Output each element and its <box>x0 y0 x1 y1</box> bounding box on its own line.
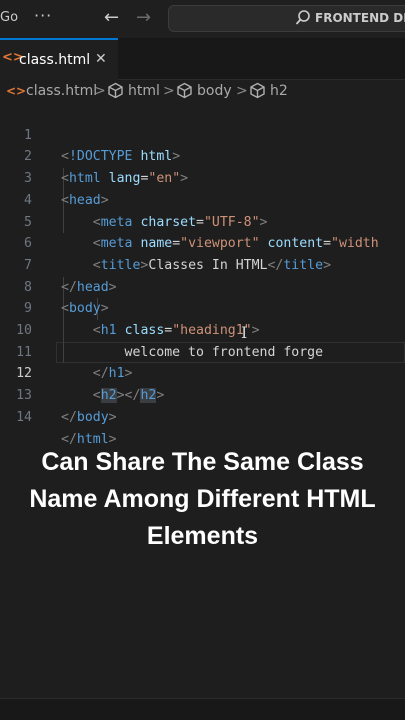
search-text: FRONTEND DE <box>315 11 405 25</box>
code-line: 1 <!DOCTYPE html> <box>0 103 405 165</box>
html-file-icon: <> <box>6 84 27 98</box>
breadcrumb-separator: > <box>94 83 106 99</box>
video-caption: Can Share The Same Class Name Among Diff… <box>0 444 405 555</box>
breadcrumb: <> class.html > html > body > h2 <box>0 80 405 104</box>
breadcrumb-item-body[interactable]: body <box>197 83 232 99</box>
code-line: 9 <h1 class="heading1"> <box>0 277 405 338</box>
caption-line: Elements <box>146 522 259 550</box>
breadcrumb-file[interactable]: class.html <box>26 83 97 99</box>
code-line-active: 12 <h2></h2> <box>0 342 405 404</box>
element-cube-icon <box>176 82 193 103</box>
code-line: 11 </h1> <box>0 320 405 382</box>
code-text: </body> <box>61 409 117 425</box>
code-editor[interactable]: 1 <!DOCTYPE html> 2 <html lang="en"> 3 <… <box>0 103 405 447</box>
code-line: 8 <body> <box>0 255 405 317</box>
search-icon <box>295 9 311 31</box>
title-bar: Go ··· ← → FRONTEND DE <box>0 0 405 38</box>
status-bar <box>0 698 405 720</box>
code-line: 5 <meta name="viewport" content="width <box>0 190 405 252</box>
tab-label: class.html <box>19 52 91 68</box>
command-search-box[interactable]: FRONTEND DE <box>168 5 405 32</box>
close-icon[interactable]: ✕ <box>95 51 107 67</box>
code-line: 4 <meta charset="UTF-8"> <box>0 168 405 230</box>
breadcrumb-item-h2[interactable]: h2 <box>270 83 288 99</box>
element-cube-icon <box>249 82 266 103</box>
code-line: 13 </body> <box>0 363 405 425</box>
caption-line: Name Among Different HTML <box>29 485 376 513</box>
code-line: 2 <html lang="en"> <box>0 125 405 186</box>
more-icon[interactable]: ··· <box>34 6 52 25</box>
breadcrumb-separator: > <box>236 83 248 99</box>
menu-go[interactable]: Go <box>0 10 18 25</box>
element-cube-icon <box>107 82 124 103</box>
code-line: 7 </head> <box>0 233 405 295</box>
breadcrumb-separator: > <box>163 83 175 99</box>
line-number: 14 <box>16 409 32 425</box>
breadcrumb-item-html[interactable]: html <box>128 83 160 99</box>
forward-arrow-icon[interactable]: → <box>136 7 151 28</box>
tab-class-html[interactable]: <> class.html ✕ <box>0 38 118 80</box>
code-line: 10 welcome to frontend forge <box>0 298 405 360</box>
back-arrow-icon[interactable]: ← <box>104 7 119 28</box>
code-line: 3 <head> <box>0 146 405 208</box>
text-cursor-icon: I <box>241 323 248 342</box>
caption-line: Can Share The Same Class <box>41 448 364 476</box>
code-line: 6 <title>Classes In HTML</title> <box>0 212 405 273</box>
tab-bar: <> class.html ✕ <box>0 38 405 80</box>
code-line: 14 </html> <box>0 385 405 447</box>
